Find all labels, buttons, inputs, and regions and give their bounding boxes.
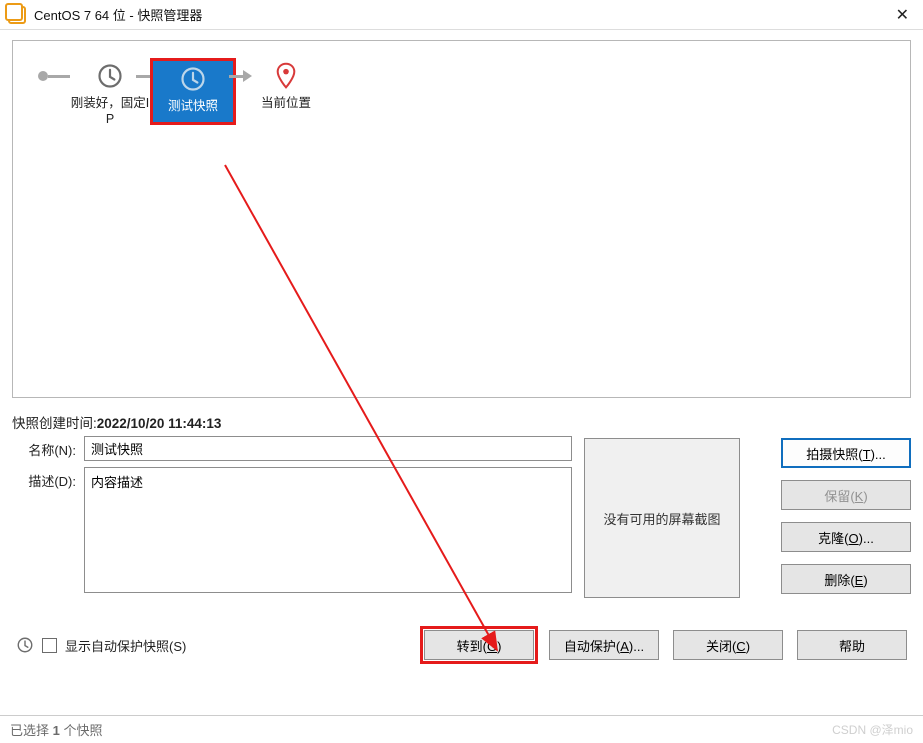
current-position-node[interactable]: 当前位置 xyxy=(246,61,326,111)
clock-icon xyxy=(16,636,34,654)
location-pin-icon xyxy=(275,62,297,90)
snapshot-node-selected[interactable]: 测试快照 xyxy=(153,61,233,122)
title-bar: CentOS 7 64 位 - 快照管理器 ✕ xyxy=(0,0,923,30)
name-label: 名称(N): xyxy=(12,436,84,459)
delete-button[interactable]: 删除(E) xyxy=(781,564,911,594)
clock-icon xyxy=(96,62,124,90)
watermark: CSDN @泽mio xyxy=(832,721,913,738)
show-autoprotect-checkbox[interactable] xyxy=(42,638,57,653)
vmware-icon xyxy=(8,6,26,24)
snapshot-node-1-label: 刚装好，固定IP xyxy=(70,95,150,128)
tree-connector xyxy=(38,61,70,91)
clone-button[interactable]: 克隆(O)... xyxy=(781,522,911,552)
status-selected: 已选择 1 个快照 xyxy=(10,720,102,739)
snapshot-created-time: 快照创建时间:2022/10/20 11:44:13 xyxy=(12,412,911,432)
close-button[interactable]: 关闭(C) xyxy=(673,630,783,660)
take-snapshot-button[interactable]: 拍摄快照(T)... xyxy=(781,438,911,468)
screenshot-thumbnail: 没有可用的屏幕截图 xyxy=(584,438,740,598)
close-icon[interactable]: ✕ xyxy=(890,5,915,25)
status-bar: 已选择 1 个快照 CSDN @泽mio xyxy=(0,715,923,743)
clock-icon xyxy=(179,65,207,93)
current-position-label: 当前位置 xyxy=(261,95,311,111)
goto-highlight: 转到(G) xyxy=(423,629,535,661)
show-autoprotect-label: 显示自动保护快照(S) xyxy=(65,636,186,655)
help-button[interactable]: 帮助 xyxy=(797,630,907,660)
name-input[interactable] xyxy=(84,436,572,461)
desc-label: 描述(D): xyxy=(12,467,84,490)
snapshot-tree-panel: 刚装好，固定IP 测试快照 xyxy=(12,40,911,398)
snapshot-node-selected-label: 测试快照 xyxy=(168,98,218,114)
window-title: CentOS 7 64 位 - 快照管理器 xyxy=(34,5,890,24)
goto-button[interactable]: 转到(G) xyxy=(424,630,534,660)
desc-input[interactable]: 内容描述 xyxy=(84,467,572,593)
keep-button[interactable]: 保留(K) xyxy=(781,480,911,510)
autoprotect-button[interactable]: 自动保护(A)... xyxy=(549,630,659,660)
